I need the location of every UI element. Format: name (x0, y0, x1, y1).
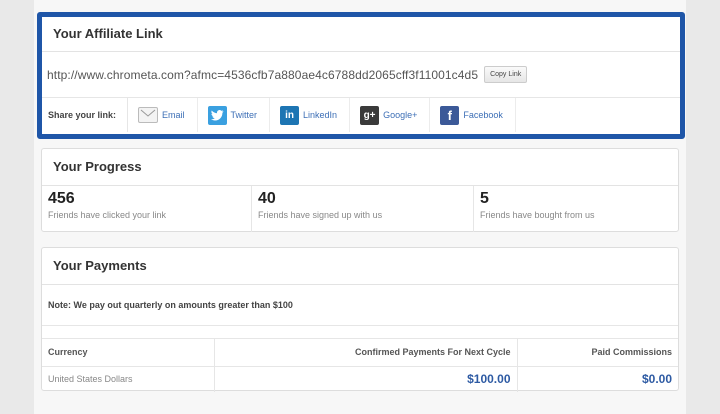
share-googleplus-button[interactable]: g+ Google+ (350, 98, 431, 132)
share-facebook-label: Facebook (463, 110, 503, 120)
facebook-icon: f (440, 105, 460, 125)
stat-clicks: 456 Friends have clicked your link (42, 186, 252, 232)
table-header-row: Currency Confirmed Payments For Next Cyc… (42, 339, 678, 367)
share-facebook-button[interactable]: f Facebook (430, 98, 516, 132)
progress-panel: Your Progress 456 Friends have clicked y… (41, 148, 679, 232)
share-row: Share your link: Email Twitter in Linked… (42, 98, 680, 132)
divider (42, 326, 678, 339)
share-email-label: Email (162, 110, 185, 120)
column-header-currency: Currency (42, 339, 215, 367)
envelope-icon (138, 107, 158, 123)
share-twitter-button[interactable]: Twitter (198, 98, 271, 132)
stat-value: 456 (48, 190, 75, 207)
cell-currency: United States Dollars (42, 366, 215, 392)
google-plus-icon: g+ (360, 105, 380, 125)
affiliate-url[interactable]: http://www.chrometa.com?afmc=4536cfb7a88… (47, 68, 478, 82)
share-label: Share your link: (42, 98, 128, 132)
share-email-button[interactable]: Email (128, 98, 198, 132)
cell-paid-amount: $0.00 (641, 372, 672, 387)
affiliate-link-panel: Your Affiliate Link http://www.chrometa.… (37, 12, 685, 139)
copy-link-button[interactable]: Copy Link (484, 66, 528, 83)
cell-confirmed-amount: $100.00 (214, 366, 518, 392)
stat-label: Friends have clicked your link (48, 210, 167, 220)
affiliate-title: Your Affiliate Link (42, 17, 680, 52)
share-linkedin-label: LinkedIn (303, 110, 338, 120)
stat-purchases: 5 Friends have bought from us (474, 186, 678, 232)
twitter-icon (207, 105, 227, 125)
progress-title: Your Progress (42, 149, 678, 186)
payments-table: Currency Confirmed Payments For Next Cyc… (42, 339, 678, 392)
stat-signups: 40 Friends have signed up with us (252, 186, 474, 232)
stat-label: Friends have bought from us (480, 210, 595, 220)
affiliate-link-row: http://www.chrometa.com?afmc=4536cfb7a88… (42, 52, 680, 98)
stat-value: 5 (480, 190, 489, 207)
column-header-paid: Paid Commissions (517, 339, 678, 367)
payout-note: Note: We pay out quarterly on amounts gr… (42, 285, 678, 326)
progress-stats: 456 Friends have clicked your link 40 Fr… (42, 186, 678, 232)
payments-panel: Your Payments Note: We pay out quarterly… (41, 247, 679, 392)
linkedin-icon: in (280, 105, 300, 125)
share-twitter-label: Twitter (230, 110, 258, 120)
stat-value: 40 (258, 190, 276, 207)
payments-title: Your Payments (42, 248, 678, 285)
share-linkedin-button[interactable]: in LinkedIn (270, 98, 351, 132)
table-row: United States Dollars $100.00 $0.00 (42, 366, 678, 392)
stat-label: Friends have signed up with us (258, 210, 383, 220)
share-googleplus-label: Google+ (383, 110, 418, 120)
column-header-confirmed: Confirmed Payments For Next Cycle (214, 339, 518, 367)
